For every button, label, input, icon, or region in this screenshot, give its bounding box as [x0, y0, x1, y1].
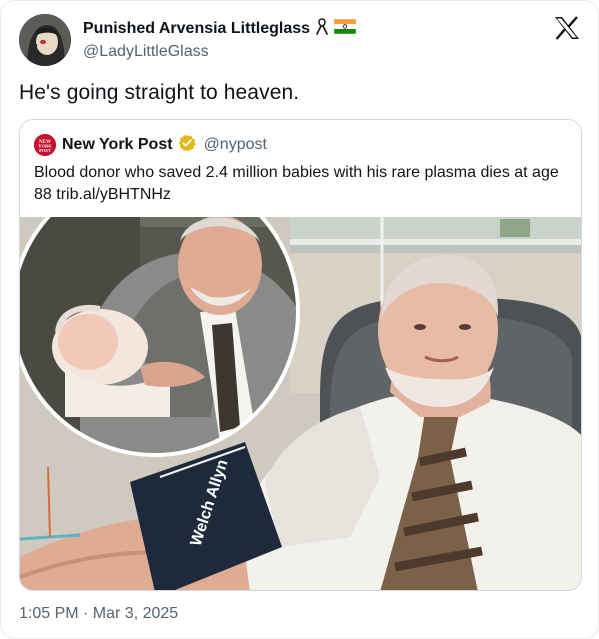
quoted-photo[interactable]: Welch Allyn: [20, 217, 581, 590]
tweet-card: Punished Arvensia Littleglass @LadyLittl…: [0, 0, 599, 639]
tweet-timestamp[interactable]: 1:05 PM · Mar 3, 2025: [19, 605, 178, 623]
ribbon-icon: [316, 17, 328, 41]
svg-text:POST: POST: [39, 148, 51, 153]
quoted-tweet[interactable]: NEW YORK POST New York Post @nypost Bloo…: [19, 119, 582, 591]
quoted-handle[interactable]: @nypost: [204, 136, 267, 154]
quoted-display-name[interactable]: New York Post: [62, 136, 173, 154]
quoted-text: Blood donor who saved 2.4 million babies…: [34, 164, 559, 203]
author-handle[interactable]: @LadyLittleGlass: [83, 43, 209, 61]
tweet-text: He's going straight to heaven.: [19, 81, 300, 104]
quoted-name-row: New York Post @nypost: [62, 134, 267, 156]
x-logo-icon[interactable]: [554, 16, 580, 40]
verified-badge-icon: [178, 134, 196, 157]
author-name-row: Punished Arvensia Littleglass: [83, 17, 357, 41]
author-display-name[interactable]: Punished Arvensia Littleglass: [83, 20, 310, 38]
author-avatar[interactable]: [19, 14, 71, 66]
nypost-avatar[interactable]: NEW YORK POST: [34, 134, 56, 156]
india-flag-icon: [333, 18, 357, 39]
